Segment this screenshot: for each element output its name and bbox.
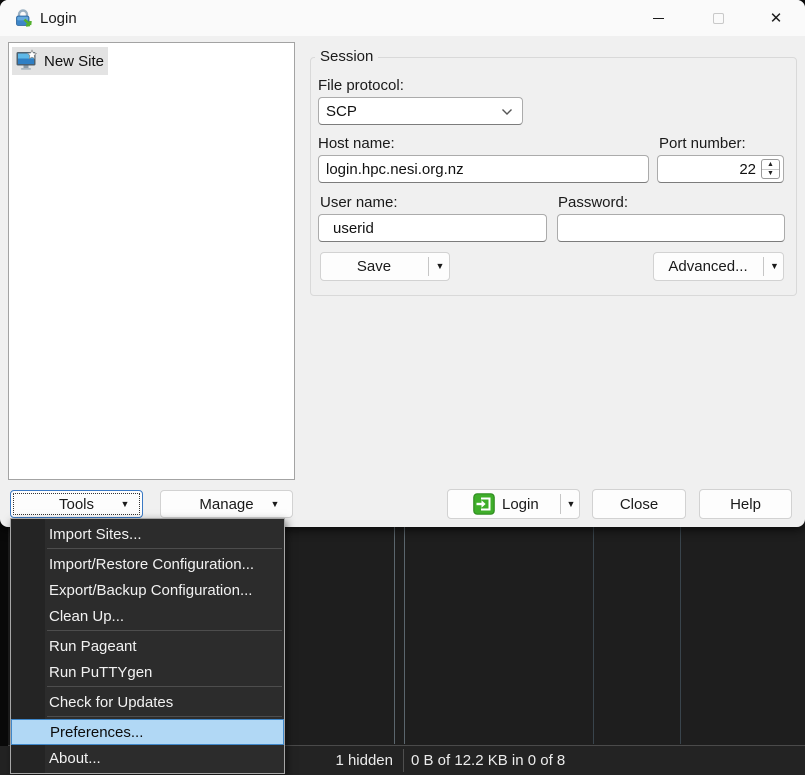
menu-item-label: Clean Up... bbox=[49, 608, 124, 625]
new-site-icon bbox=[15, 49, 39, 73]
menu-item-label: Preferences... bbox=[50, 724, 143, 741]
host-name-input[interactable]: login.hpc.nesi.org.nz bbox=[318, 155, 649, 183]
window-title: Login bbox=[40, 0, 77, 36]
dropdown-arrow-icon: ▼ bbox=[770, 262, 779, 271]
host-name-value: login.hpc.nesi.org.nz bbox=[326, 161, 464, 178]
minimize-button[interactable] bbox=[635, 0, 681, 36]
menu-item-import-sites[interactable]: Import Sites... bbox=[11, 521, 284, 547]
login-dropdown-button[interactable]: ▼ bbox=[561, 490, 581, 518]
manage-label: Manage bbox=[199, 496, 253, 513]
manage-dropdown-arrow: ▼ bbox=[268, 491, 282, 517]
file-protocol-select[interactable]: SCP bbox=[318, 97, 523, 125]
minimize-icon bbox=[653, 18, 664, 19]
dropdown-arrow-icon: ▼ bbox=[121, 500, 130, 509]
menu-item-label: Check for Updates bbox=[49, 694, 173, 711]
file-protocol-label: File protocol: bbox=[318, 77, 404, 94]
user-name-label: User name: bbox=[320, 194, 398, 211]
site-tree-panel[interactable]: New Site bbox=[8, 42, 295, 480]
winscp-lock-icon bbox=[14, 8, 34, 28]
menu-item-label: About... bbox=[49, 750, 101, 767]
tools-button[interactable]: Tools ▼ bbox=[10, 490, 143, 518]
chevron-down-icon bbox=[501, 108, 513, 116]
advanced-dropdown-button[interactable]: ▼ bbox=[764, 253, 785, 280]
maximize-button bbox=[695, 0, 741, 36]
close-label: Close bbox=[620, 496, 658, 513]
menu-item-label: Export/Backup Configuration... bbox=[49, 582, 252, 599]
status-selection-summary: 0 B of 12.2 KB in 0 of 8 bbox=[411, 746, 565, 775]
dialog-titlebar: Login ✕ bbox=[0, 0, 805, 36]
menu-item-preferences[interactable]: Preferences... bbox=[11, 719, 284, 745]
maximize-icon bbox=[713, 13, 724, 24]
menu-item-run-pageant[interactable]: Run Pageant bbox=[11, 633, 284, 659]
password-input[interactable] bbox=[557, 214, 785, 242]
help-label: Help bbox=[730, 496, 761, 513]
tools-menu: Import Sites... Import/Restore Configura… bbox=[10, 518, 285, 774]
port-number-input[interactable]: 22 ▲ ▼ bbox=[657, 155, 784, 183]
menu-item-label: Run PuTTYgen bbox=[49, 664, 152, 681]
menu-item-check-for-updates[interactable]: Check for Updates bbox=[11, 689, 284, 715]
spinner-down-button[interactable]: ▼ bbox=[762, 170, 779, 179]
menu-item-import-restore-configuration[interactable]: Import/Restore Configuration... bbox=[11, 551, 284, 577]
save-label: Save bbox=[357, 258, 391, 275]
tools-label: Tools bbox=[59, 496, 94, 513]
session-group-legend: Session bbox=[315, 48, 378, 65]
spinner-up-button[interactable]: ▲ bbox=[762, 160, 779, 170]
manage-button[interactable]: Manage ▼ bbox=[160, 490, 293, 518]
close-window-button[interactable]: ✕ bbox=[753, 0, 799, 36]
menu-item-label: Run Pageant bbox=[49, 638, 137, 655]
host-name-label: Host name: bbox=[318, 135, 395, 152]
save-button[interactable]: Save ▼ bbox=[320, 252, 450, 281]
user-name-input[interactable]: userid bbox=[318, 214, 547, 242]
close-icon: ✕ bbox=[770, 11, 783, 26]
tools-dropdown-arrow: ▼ bbox=[118, 491, 132, 517]
advanced-label: Advanced... bbox=[668, 258, 747, 275]
port-number-label: Port number: bbox=[659, 135, 746, 152]
dropdown-arrow-icon: ▼ bbox=[567, 500, 576, 509]
new-site-label: New Site bbox=[44, 53, 110, 70]
close-button[interactable]: Close bbox=[592, 489, 686, 519]
help-button[interactable]: Help bbox=[699, 489, 792, 519]
menu-item-run-puttygen[interactable]: Run PuTTYgen bbox=[11, 659, 284, 685]
menu-item-label: Import/Restore Configuration... bbox=[49, 556, 254, 573]
save-dropdown-button[interactable]: ▼ bbox=[429, 253, 451, 280]
menu-item-about[interactable]: About... bbox=[11, 745, 284, 771]
login-label: Login bbox=[502, 496, 539, 513]
dropdown-arrow-icon: ▼ bbox=[271, 500, 280, 509]
user-name-value: userid bbox=[333, 220, 374, 237]
port-spinner: ▲ ▼ bbox=[761, 159, 780, 179]
file-protocol-value: SCP bbox=[326, 103, 357, 120]
site-tree-item-new-site[interactable]: New Site bbox=[12, 47, 110, 75]
login-button[interactable]: Login ▼ bbox=[447, 489, 580, 519]
menu-item-export-backup-configuration[interactable]: Export/Backup Configuration... bbox=[11, 577, 284, 603]
dropdown-arrow-icon: ▼ bbox=[436, 262, 445, 271]
password-label: Password: bbox=[558, 194, 628, 211]
login-icon bbox=[473, 493, 495, 515]
menu-item-clean-up[interactable]: Clean Up... bbox=[11, 603, 284, 629]
menu-item-label: Import Sites... bbox=[49, 526, 142, 543]
status-bar-separator bbox=[403, 749, 404, 772]
login-dialog: Login ✕ New Site Session File protocol: … bbox=[0, 0, 805, 527]
advanced-button[interactable]: Advanced... ▼ bbox=[653, 252, 784, 281]
